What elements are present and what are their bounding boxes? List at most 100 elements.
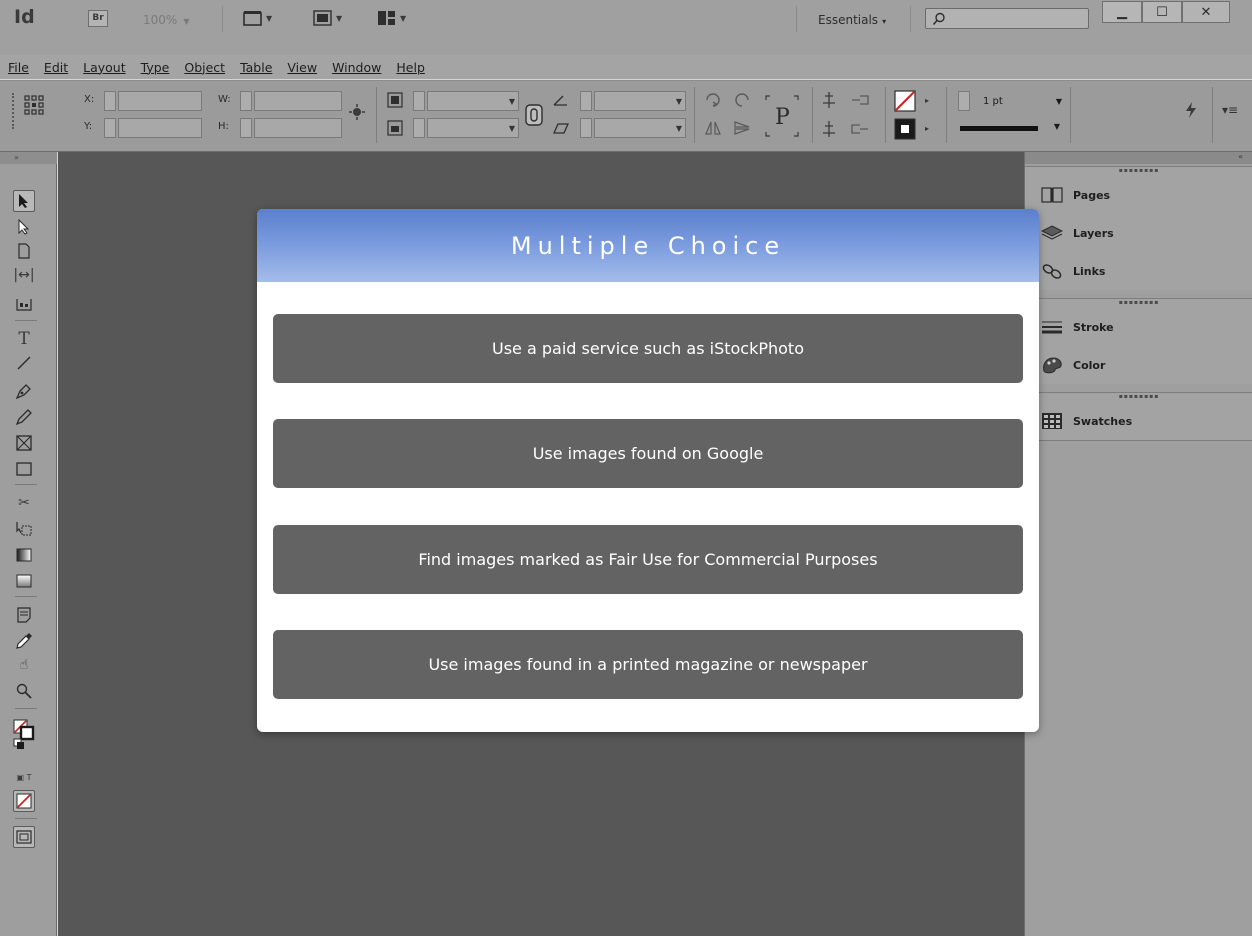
y-field[interactable] xyxy=(118,118,202,138)
gap-tool[interactable]: |↔| xyxy=(13,264,35,286)
search-field[interactable] xyxy=(925,8,1089,29)
minimize-button[interactable]: ▁ xyxy=(1102,1,1142,23)
close-button[interactable]: ✕ xyxy=(1182,1,1230,23)
eyedropper-tool[interactable] xyxy=(13,630,35,652)
panel-links[interactable]: Links xyxy=(1025,252,1252,290)
y-stepper[interactable] xyxy=(104,118,116,138)
rotate-cw-icon[interactable] xyxy=(704,91,722,112)
x-label: X: xyxy=(84,94,95,105)
scale-x-stepper[interactable] xyxy=(413,91,425,111)
flip-horizontal-icon[interactable] xyxy=(704,120,722,139)
hand-tool[interactable]: ☝ xyxy=(13,654,35,676)
shear-stepper[interactable] xyxy=(580,118,592,138)
select-previous-icon[interactable] xyxy=(850,91,870,112)
select-next-icon[interactable] xyxy=(850,120,870,141)
menu-object[interactable]: Object xyxy=(184,60,225,75)
panel-stroke[interactable]: Stroke xyxy=(1025,308,1252,346)
container-text-icon: ▣ T xyxy=(16,772,32,782)
pencil-tool[interactable] xyxy=(13,406,35,428)
tools-panel-header[interactable]: » xyxy=(0,152,57,164)
shear-dropdown[interactable]: ▼ xyxy=(594,118,686,138)
fill-stroke-swatches[interactable] xyxy=(13,718,35,750)
panel-menu-icon[interactable]: ▾≡ xyxy=(1222,103,1238,117)
panel-dock-header[interactable]: « xyxy=(1025,152,1252,164)
zoom-tool[interactable] xyxy=(13,680,35,702)
gradient-feather-tool[interactable] xyxy=(13,570,35,592)
select-content-icon[interactable] xyxy=(820,120,838,141)
menu-file[interactable]: File xyxy=(8,60,29,75)
stroke-weight-dropdown[interactable]: 1 pt ▼ xyxy=(975,92,1067,111)
rectangle-frame-tool[interactable] xyxy=(13,432,35,454)
scale-x-icon xyxy=(387,92,403,111)
note-tool[interactable] xyxy=(13,604,35,626)
quick-apply-icon[interactable] xyxy=(1184,101,1198,122)
minimize-icon: ▁ xyxy=(1117,4,1127,20)
fill-none-icon[interactable] xyxy=(894,90,916,115)
rectangle-tool[interactable] xyxy=(13,458,35,480)
chain-link-icon[interactable] xyxy=(525,104,543,129)
h-field[interactable] xyxy=(254,118,342,138)
content-collector-tool[interactable] xyxy=(13,292,35,314)
rotation-dropdown[interactable]: ▼ xyxy=(594,91,686,111)
scale-y-stepper[interactable] xyxy=(413,118,425,138)
x-field[interactable] xyxy=(118,91,202,111)
divider xyxy=(812,87,813,143)
zoom-level-dropdown[interactable]: 100% ▼ xyxy=(143,13,189,27)
gradient-swatch-tool[interactable] xyxy=(13,544,35,566)
menu-view[interactable]: View xyxy=(287,60,317,75)
rotate-ccw-icon[interactable] xyxy=(733,91,751,112)
free-transform-tool[interactable] xyxy=(13,518,35,540)
direct-selection-tool[interactable] xyxy=(13,216,35,238)
menu-edit[interactable]: Edit xyxy=(44,60,68,75)
answer-option-3[interactable]: Find images marked as Fair Use for Comme… xyxy=(273,525,1023,594)
stroke-menu-arrow-icon[interactable]: ▸ xyxy=(925,124,929,133)
panel-layers[interactable]: Layers xyxy=(1025,214,1252,252)
x-stepper[interactable] xyxy=(104,91,116,111)
menu-help[interactable]: Help xyxy=(396,60,425,75)
formatting-affects-container[interactable]: ▣ T xyxy=(13,766,35,788)
arrange-documents-button[interactable]: ▼ xyxy=(377,9,406,27)
flip-vertical-icon[interactable] xyxy=(733,120,751,139)
answer-option-2[interactable]: Use images found on Google xyxy=(273,419,1023,488)
panel-pages[interactable]: Pages xyxy=(1025,176,1252,214)
reference-point-selector[interactable] xyxy=(24,95,44,118)
panel-dock: « ▪▪▪▪▪▪▪▪ Pages Layers Links ▪▪▪▪▪▪▪▪ S… xyxy=(1024,152,1252,936)
line-tool[interactable] xyxy=(13,352,35,374)
view-options-button[interactable]: ▼ xyxy=(243,9,272,27)
stroke-type-dropdown[interactable]: ▼ xyxy=(958,119,1068,137)
panel-grip[interactable] xyxy=(12,93,15,129)
page-tool[interactable] xyxy=(13,240,35,262)
answer-option-4[interactable]: Use images found in a printed magazine o… xyxy=(273,630,1023,699)
h-stepper[interactable] xyxy=(240,118,252,138)
selection-tool[interactable] xyxy=(13,190,35,212)
constrain-proportions-icon[interactable] xyxy=(348,103,366,124)
fill-menu-arrow-icon[interactable]: ▸ xyxy=(925,96,929,105)
scale-x-dropdown[interactable]: ▼ xyxy=(427,91,519,111)
screen-mode-button[interactable]: ▼ xyxy=(313,9,342,27)
menu-table[interactable]: Table xyxy=(240,60,272,75)
pen-tool[interactable] xyxy=(13,380,35,402)
panel-grip[interactable]: ▪▪▪▪▪▪▪▪ xyxy=(1025,299,1252,308)
rotation-stepper[interactable] xyxy=(580,91,592,111)
workspace-switcher[interactable]: Essentials ▾ xyxy=(818,13,886,27)
menu-type[interactable]: Type xyxy=(141,60,170,75)
bridge-button[interactable]: Br xyxy=(88,10,108,27)
select-container-icon[interactable] xyxy=(820,91,838,112)
menu-window[interactable]: Window xyxy=(332,60,381,75)
scale-y-dropdown[interactable]: ▼ xyxy=(427,118,519,138)
panel-swatches[interactable]: Swatches xyxy=(1025,402,1252,440)
panel-grip[interactable]: ▪▪▪▪▪▪▪▪ xyxy=(1025,393,1252,402)
w-stepper[interactable] xyxy=(240,91,252,111)
panel-grip[interactable]: ▪▪▪▪▪▪▪▪ xyxy=(1025,167,1252,176)
type-tool[interactable]: T xyxy=(13,328,35,350)
w-field[interactable] xyxy=(254,91,342,111)
apply-none-button[interactable] xyxy=(13,790,35,812)
maximize-button[interactable]: ☐ xyxy=(1142,1,1182,23)
screen-mode-tool[interactable] xyxy=(13,826,35,848)
scissors-tool[interactable]: ✂ xyxy=(13,492,35,514)
stroke-black-icon[interactable] xyxy=(894,118,916,143)
stroke-weight-stepper[interactable] xyxy=(958,91,970,111)
answer-option-1[interactable]: Use a paid service such as iStockPhoto xyxy=(273,314,1023,383)
menu-layout[interactable]: Layout xyxy=(83,60,126,75)
panel-color[interactable]: Color xyxy=(1025,346,1252,384)
